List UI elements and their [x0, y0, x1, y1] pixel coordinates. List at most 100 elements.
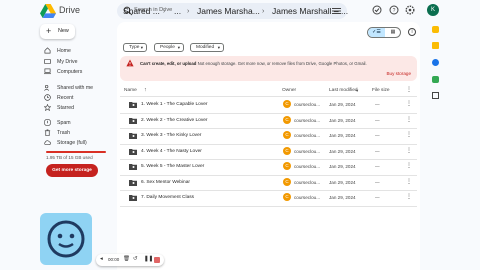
cloud-icon: [44, 140, 51, 145]
file-name[interactable]: 7. Daily Movement Class: [141, 195, 194, 200]
spam-icon: [44, 119, 51, 126]
grid-view-icon[interactable]: ▦: [385, 28, 401, 37]
table-row[interactable]: 3. Week 3 - The Kinky Lover Ccourseclou..…: [120, 128, 417, 144]
more-vert-icon[interactable]: ⋮: [406, 162, 412, 169]
sidebar-item-label: Starred: [57, 104, 75, 111]
buy-storage-link[interactable]: Buy storage: [386, 71, 411, 76]
table-row[interactable]: 4. Week 4 - The Nasty Lover Ccourseclou..…: [120, 144, 417, 160]
file-owner: courseclou...: [294, 133, 321, 138]
storage-bar: [46, 151, 106, 153]
sidebar-item-label: Spam: [57, 119, 71, 126]
file-name[interactable]: 4. Week 4 - The Nasty Lover: [141, 149, 202, 154]
table-row[interactable]: 7. Daily Movement Class Ccourseclou... Jan…: [120, 190, 417, 206]
breadcrumb-current-folder[interactable]: James Marshall – ...: [272, 6, 348, 16]
more-vert-icon[interactable]: ⋮: [406, 193, 412, 200]
file-owner: courseclou...: [294, 117, 321, 123]
help-icon[interactable]: ?: [389, 5, 399, 15]
file-name[interactable]: 6. Sex Mentor Webinar: [141, 180, 190, 185]
header-owner[interactable]: Owner: [282, 88, 296, 93]
account-avatar[interactable]: K: [427, 4, 439, 16]
chevron-down-icon[interactable]: ▾: [356, 88, 358, 94]
file-size: —: [375, 148, 380, 154]
more-vert-icon[interactable]: ⋮: [406, 116, 412, 123]
table-row[interactable]: 5. Week 5 - The Master Lover Ccourseclou.…: [120, 159, 417, 175]
sidebar-item-home[interactable]: Home: [40, 46, 110, 55]
screen-recorder-bar: ◂ 00:00 🗑︎ ↺ ❚❚: [96, 254, 164, 266]
sort-arrow-up-icon[interactable]: ↑: [144, 87, 147, 93]
new-button[interactable]: + New: [40, 24, 75, 39]
home-icon: [44, 47, 51, 54]
plus-icon: +: [46, 26, 52, 36]
sidebar-item-spam[interactable]: Spam: [40, 118, 110, 127]
banner-text: Not enough storage. Get more now, or rem…: [196, 61, 367, 66]
file-modified: Jan 29, 2024: [329, 148, 356, 154]
sidebar-item-my-drive[interactable]: My Drive: [40, 57, 110, 66]
pause-icon[interactable]: ❚❚: [144, 256, 153, 262]
sidebar-item-computers[interactable]: Computers: [40, 67, 110, 76]
smiley-face-icon: [47, 220, 85, 258]
view-toggle[interactable]: ✓☰ ▦: [367, 27, 401, 38]
contacts-icon[interactable]: [432, 76, 439, 83]
more-vert-icon[interactable]: ⋮: [406, 131, 412, 138]
more-vert-icon[interactable]: ⋮: [406, 100, 412, 107]
trash-icon: [44, 129, 51, 136]
shared-folder-icon: [129, 164, 137, 170]
get-more-storage-button[interactable]: Get more storage: [46, 164, 98, 177]
file-name[interactable]: 1. Week 1 - The Capable Lover: [141, 102, 207, 107]
smiley-face-widget: [40, 213, 92, 265]
breadcrumb-james-marshall[interactable]: James Marsha...: [197, 6, 260, 16]
file-size: —: [375, 117, 380, 123]
owner-avatar: C: [283, 131, 291, 139]
file-modified: Jan 29, 2024: [329, 133, 356, 138]
sidebar-item-trash[interactable]: Trash: [40, 128, 110, 137]
more-vert-icon[interactable]: ⋮: [406, 178, 412, 185]
file-modified: Jan 29, 2024: [329, 164, 356, 169]
file-name[interactable]: 5. Week 5 - The Master Lover: [141, 164, 204, 169]
svg-text:?: ?: [393, 8, 396, 14]
more-vert-icon[interactable]: ⋮: [406, 147, 412, 154]
chevron-down-icon: ▾: [177, 45, 180, 50]
header-name[interactable]: Name: [124, 88, 137, 93]
delete-icon[interactable]: 🗑︎: [123, 256, 130, 262]
settings-gear-icon[interactable]: [405, 5, 415, 15]
file-name[interactable]: 3. Week 3 - The Kinky Lover: [141, 133, 201, 138]
header-last-modified[interactable]: Last modified: [329, 88, 358, 93]
chevron-left-icon[interactable]: ◂: [100, 256, 103, 262]
restart-icon[interactable]: ↺: [133, 256, 138, 262]
filter-chip-people[interactable]: People ▾: [154, 43, 184, 52]
more-vert-icon[interactable]: ⋮: [406, 86, 412, 93]
breadcrumb-shared[interactable]: Shared ...: [123, 6, 160, 16]
offline-status-icon[interactable]: [372, 5, 382, 15]
table-row[interactable]: 6. Sex Mentor Webinar Ccourseclou... Jan 2…: [120, 175, 417, 191]
filter-chip-type[interactable]: Type ▾: [123, 43, 147, 52]
drive-logo-icon[interactable]: [40, 4, 56, 18]
shared-folder-icon: [129, 102, 137, 108]
warning-icon: [126, 59, 134, 67]
list-view-icon[interactable]: ✓☰: [368, 28, 385, 37]
tasks-icon[interactable]: [432, 59, 439, 66]
file-owner: courseclou...: [294, 195, 321, 200]
details-info-icon[interactable]: i: [408, 28, 416, 36]
file-size: —: [375, 102, 380, 107]
file-name[interactable]: 2. Week 2 - The Creative Lover: [141, 118, 207, 123]
table-row[interactable]: 1. Week 1 - The Capable Lover Ccourseclou…: [120, 97, 417, 113]
file-modified: Jan 29, 2024: [329, 195, 356, 200]
file-owner: courseclou...: [294, 148, 321, 154]
filter-chip-modified[interactable]: Modified ▾: [190, 43, 224, 52]
file-modified: Jan 29, 2024: [329, 117, 356, 123]
file-size: —: [375, 195, 380, 200]
stop-icon[interactable]: [154, 257, 160, 263]
table-row[interactable]: 2. Week 2 - The Creative Lover Ccourseclo…: [120, 113, 417, 129]
sidebar-item-starred[interactable]: Starred: [40, 103, 110, 112]
sidebar-item-storage[interactable]: Storage (full): [40, 138, 110, 147]
chevron-down-icon: ▾: [140, 45, 143, 50]
sidebar-item-recent[interactable]: Recent: [40, 93, 110, 102]
breadcrumb-ellipsis[interactable]: ...: [174, 6, 181, 16]
calendar-icon[interactable]: [432, 26, 439, 33]
sidebar-item-shared-with-me[interactable]: Shared with me: [40, 83, 110, 92]
computer-icon: [44, 68, 51, 75]
file-size: —: [375, 133, 380, 138]
header-file-size[interactable]: File size: [372, 88, 390, 93]
keep-icon[interactable]: [432, 42, 439, 49]
add-ons-icon[interactable]: [432, 92, 439, 99]
